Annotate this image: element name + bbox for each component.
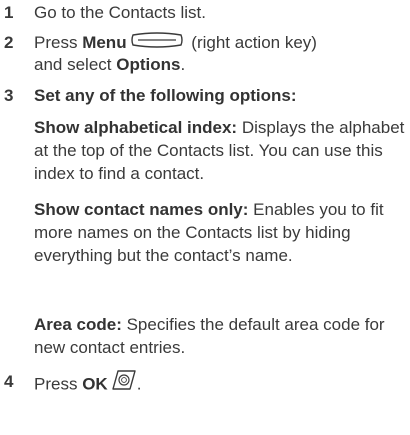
step-text-line-1: Press Menu (right action key) [34,31,317,55]
step-text: Press OK. [34,369,142,399]
step-text-suffix: . [136,374,142,394]
step-text-suffix: (right action key) [186,33,317,52]
step-text-prefix: Press [34,374,83,394]
step-text: Go to the Contacts list. [34,3,206,22]
step-number: 2 [4,33,14,52]
step-text-prefix: and select [34,55,117,74]
ok-key-icon [111,369,137,397]
step-text-prefix: Press [34,33,83,52]
step-number: 3 [4,86,14,105]
option-area-code: Area code: Specifies the default area co… [34,313,406,359]
step-number: 4 [4,372,14,391]
option-term: Show alphabetical index: [34,118,238,137]
step-text-suffix: . [180,55,186,74]
menu-label: Menu [82,33,127,52]
options-label: Options [116,55,181,74]
ok-label: OK [82,374,108,394]
option-show-alphabetical-index: Show alphabetical index: Displays the al… [34,116,406,185]
option-term: Show contact names only: [34,200,249,219]
right-action-key-icon [130,31,184,54]
option-term: Area code: [34,315,122,334]
step-number: 1 [4,3,14,22]
step-heading: Set any of the following options: [34,86,297,105]
step-text-line-2: and select Options. [34,54,185,76]
option-show-contact-names-only: Show contact names only: Enables you to … [34,198,406,267]
